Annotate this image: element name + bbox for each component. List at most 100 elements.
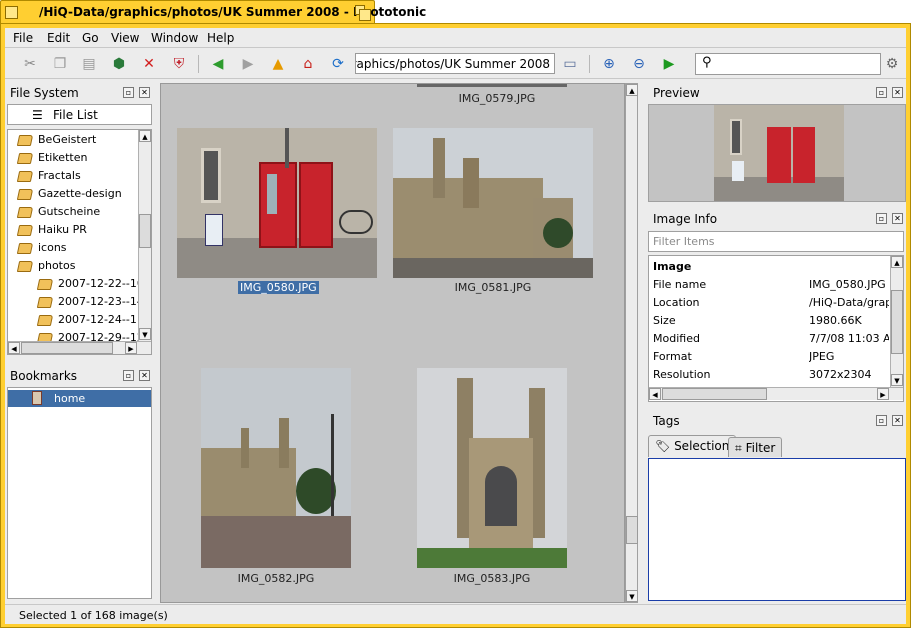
scroll-down-icon[interactable]: ▼ [891,374,903,386]
tab-filter[interactable]: ⌗ Filter [728,437,783,457]
copy-icon[interactable]: ❐ [49,54,71,74]
thumbnail-image[interactable] [393,128,593,278]
scroll-right-icon[interactable]: ▶ [877,388,889,400]
scroll-left-icon[interactable]: ◀ [649,388,661,400]
info-row[interactable]: Format JPEG [649,348,889,366]
info-row[interactable]: File name IMG_0580.JPG [649,276,889,294]
info-row[interactable]: Location/HiQ-Data/graphi [649,294,889,312]
tree-item[interactable]: Gazette-design [16,187,122,205]
scroll-down-icon[interactable]: ▼ [139,328,151,340]
image-info-title: Image Info [653,212,718,226]
info-row[interactable]: Size 1980.66K [649,312,889,330]
info-row[interactable]: Resolution 3072x2304 [649,366,889,384]
home-icon[interactable]: ⌂ [297,54,319,74]
close-panel-icon[interactable]: ✕ [139,370,150,381]
folder-icon [36,278,54,290]
tree-item[interactable]: photos [16,259,75,277]
thumbnail-caption: IMG_0582.JPG [237,572,315,585]
tab-selection[interactable]: 🏷 Selection [648,435,737,457]
tag-icon: 🏷 [655,439,671,453]
close-panel-icon[interactable]: ✕ [892,415,903,426]
scroll-thumb[interactable] [891,290,903,354]
thumbnail-image[interactable] [177,128,377,278]
up-icon[interactable]: ▲ [267,54,289,74]
file-list-button[interactable]: ☰ File List [7,104,152,125]
scroll-down-icon[interactable]: ▼ [626,590,638,602]
thumbnail-image[interactable] [201,368,351,568]
delete-icon[interactable]: ✕ [138,54,160,74]
filter-tag-icon: ⌗ [735,441,742,455]
close-panel-icon[interactable]: ✕ [892,213,903,224]
tree-horizontal-scrollbar[interactable]: ◀ ▶ [8,341,151,354]
scroll-thumb[interactable] [626,516,638,544]
back-icon[interactable]: ◀ [207,54,229,74]
status-bar: Selected 1 of 168 image(s) [5,604,906,624]
tree-subitem[interactable]: 2007-12-22--10. [36,277,147,295]
float-icon[interactable]: ▫ [123,87,134,98]
folder-icon [16,242,34,254]
bookmark-item[interactable]: home [8,390,151,407]
folder-tree: BeGeistert Etiketten Fractals Gazette-de… [7,129,152,355]
scroll-thumb[interactable] [139,214,151,248]
scroll-up-icon[interactable]: ▲ [139,130,151,142]
close-icon[interactable] [5,6,18,19]
menu-help[interactable]: Help [207,31,234,45]
bucket-icon[interactable]: ⬢ [108,54,130,74]
tree-subitem[interactable]: 2007-12-24--11. [36,313,147,331]
cut-icon[interactable]: ✂ [19,54,41,74]
info-vertical-scrollbar[interactable]: ▲ ▼ [890,256,903,387]
gallery-vertical-scrollbar[interactable]: ▲ ▼ [625,83,638,603]
thumbnail-caption-selected[interactable]: IMG_0580.JPG [238,281,319,294]
float-icon[interactable]: ▫ [123,370,134,381]
menu-window[interactable]: Window [151,31,198,45]
tree-item[interactable]: Gutscheine [16,205,100,223]
thumbnail-caption: IMG_0581.JPG [454,281,532,294]
float-icon[interactable]: ▫ [876,213,887,224]
thumbnail-gallery: IMG_0579.JPG IMG_0580.JPG IMG_0581.JPG I… [160,83,625,603]
folder-icon [16,170,34,182]
tree-item[interactable]: Fractals [16,169,81,187]
info-row[interactable]: Modified7/7/08 11:03 AM [649,330,889,348]
zoom-in-icon[interactable]: ⊕ [598,54,620,74]
settings-icon[interactable]: ⚙ [881,54,903,74]
view-mode-icon[interactable]: ▭ [559,54,581,74]
tree-item[interactable]: Haiku PR [16,223,87,241]
menu-edit[interactable]: Edit [47,31,70,45]
tree-item[interactable]: BeGeistert [16,133,96,151]
menu-file[interactable]: File [13,31,33,45]
refresh-icon[interactable]: ⟳ [327,54,349,74]
zoom-icon[interactable] [355,5,371,21]
scroll-up-icon[interactable]: ▲ [626,84,638,96]
scroll-up-icon[interactable]: ▲ [891,256,903,268]
info-horizontal-scrollbar[interactable]: ◀ ▶ [649,387,903,400]
tree-vertical-scrollbar[interactable]: ▲ ▼ [138,130,151,341]
window-title-tab[interactable]: /HiQ-Data/graphics/photos/UK Summer 2008… [0,0,426,24]
shield-icon[interactable]: ⛨ [168,54,190,74]
paste-icon[interactable]: ▤ [78,54,100,74]
path-field[interactable]: /HiQ-Data/graphics/photos/UK Summer 2008 [355,53,555,74]
scroll-thumb[interactable] [21,342,113,354]
tree-subitem[interactable]: 2007-12-23--14. [36,295,147,313]
zoom-out-icon[interactable]: ⊖ [628,54,650,74]
tree-item[interactable]: icons [16,241,67,259]
toolbar-separator [198,55,199,73]
search-input[interactable]: ⚲ [695,53,881,75]
forward-icon[interactable]: ▶ [237,54,259,74]
tree-item[interactable]: Etiketten [16,151,87,169]
bookmarks-title: Bookmarks [10,369,78,383]
close-panel-icon[interactable]: ✕ [139,87,150,98]
float-icon[interactable]: ▫ [876,415,887,426]
float-icon[interactable]: ▫ [876,87,887,98]
scroll-right-icon[interactable]: ▶ [125,342,137,354]
scroll-thumb[interactable] [662,388,767,400]
scroll-left-icon[interactable]: ◀ [8,342,20,354]
tags-title: Tags [653,414,680,428]
thumbnail-image[interactable] [417,368,567,568]
bookmarks-list: home [7,387,152,599]
close-panel-icon[interactable]: ✕ [892,87,903,98]
tags-list[interactable] [648,458,906,601]
menu-view[interactable]: View [111,31,139,45]
menu-go[interactable]: Go [82,31,99,45]
filter-input[interactable]: Filter Items [648,231,904,252]
play-icon[interactable]: ▶ [658,54,680,74]
